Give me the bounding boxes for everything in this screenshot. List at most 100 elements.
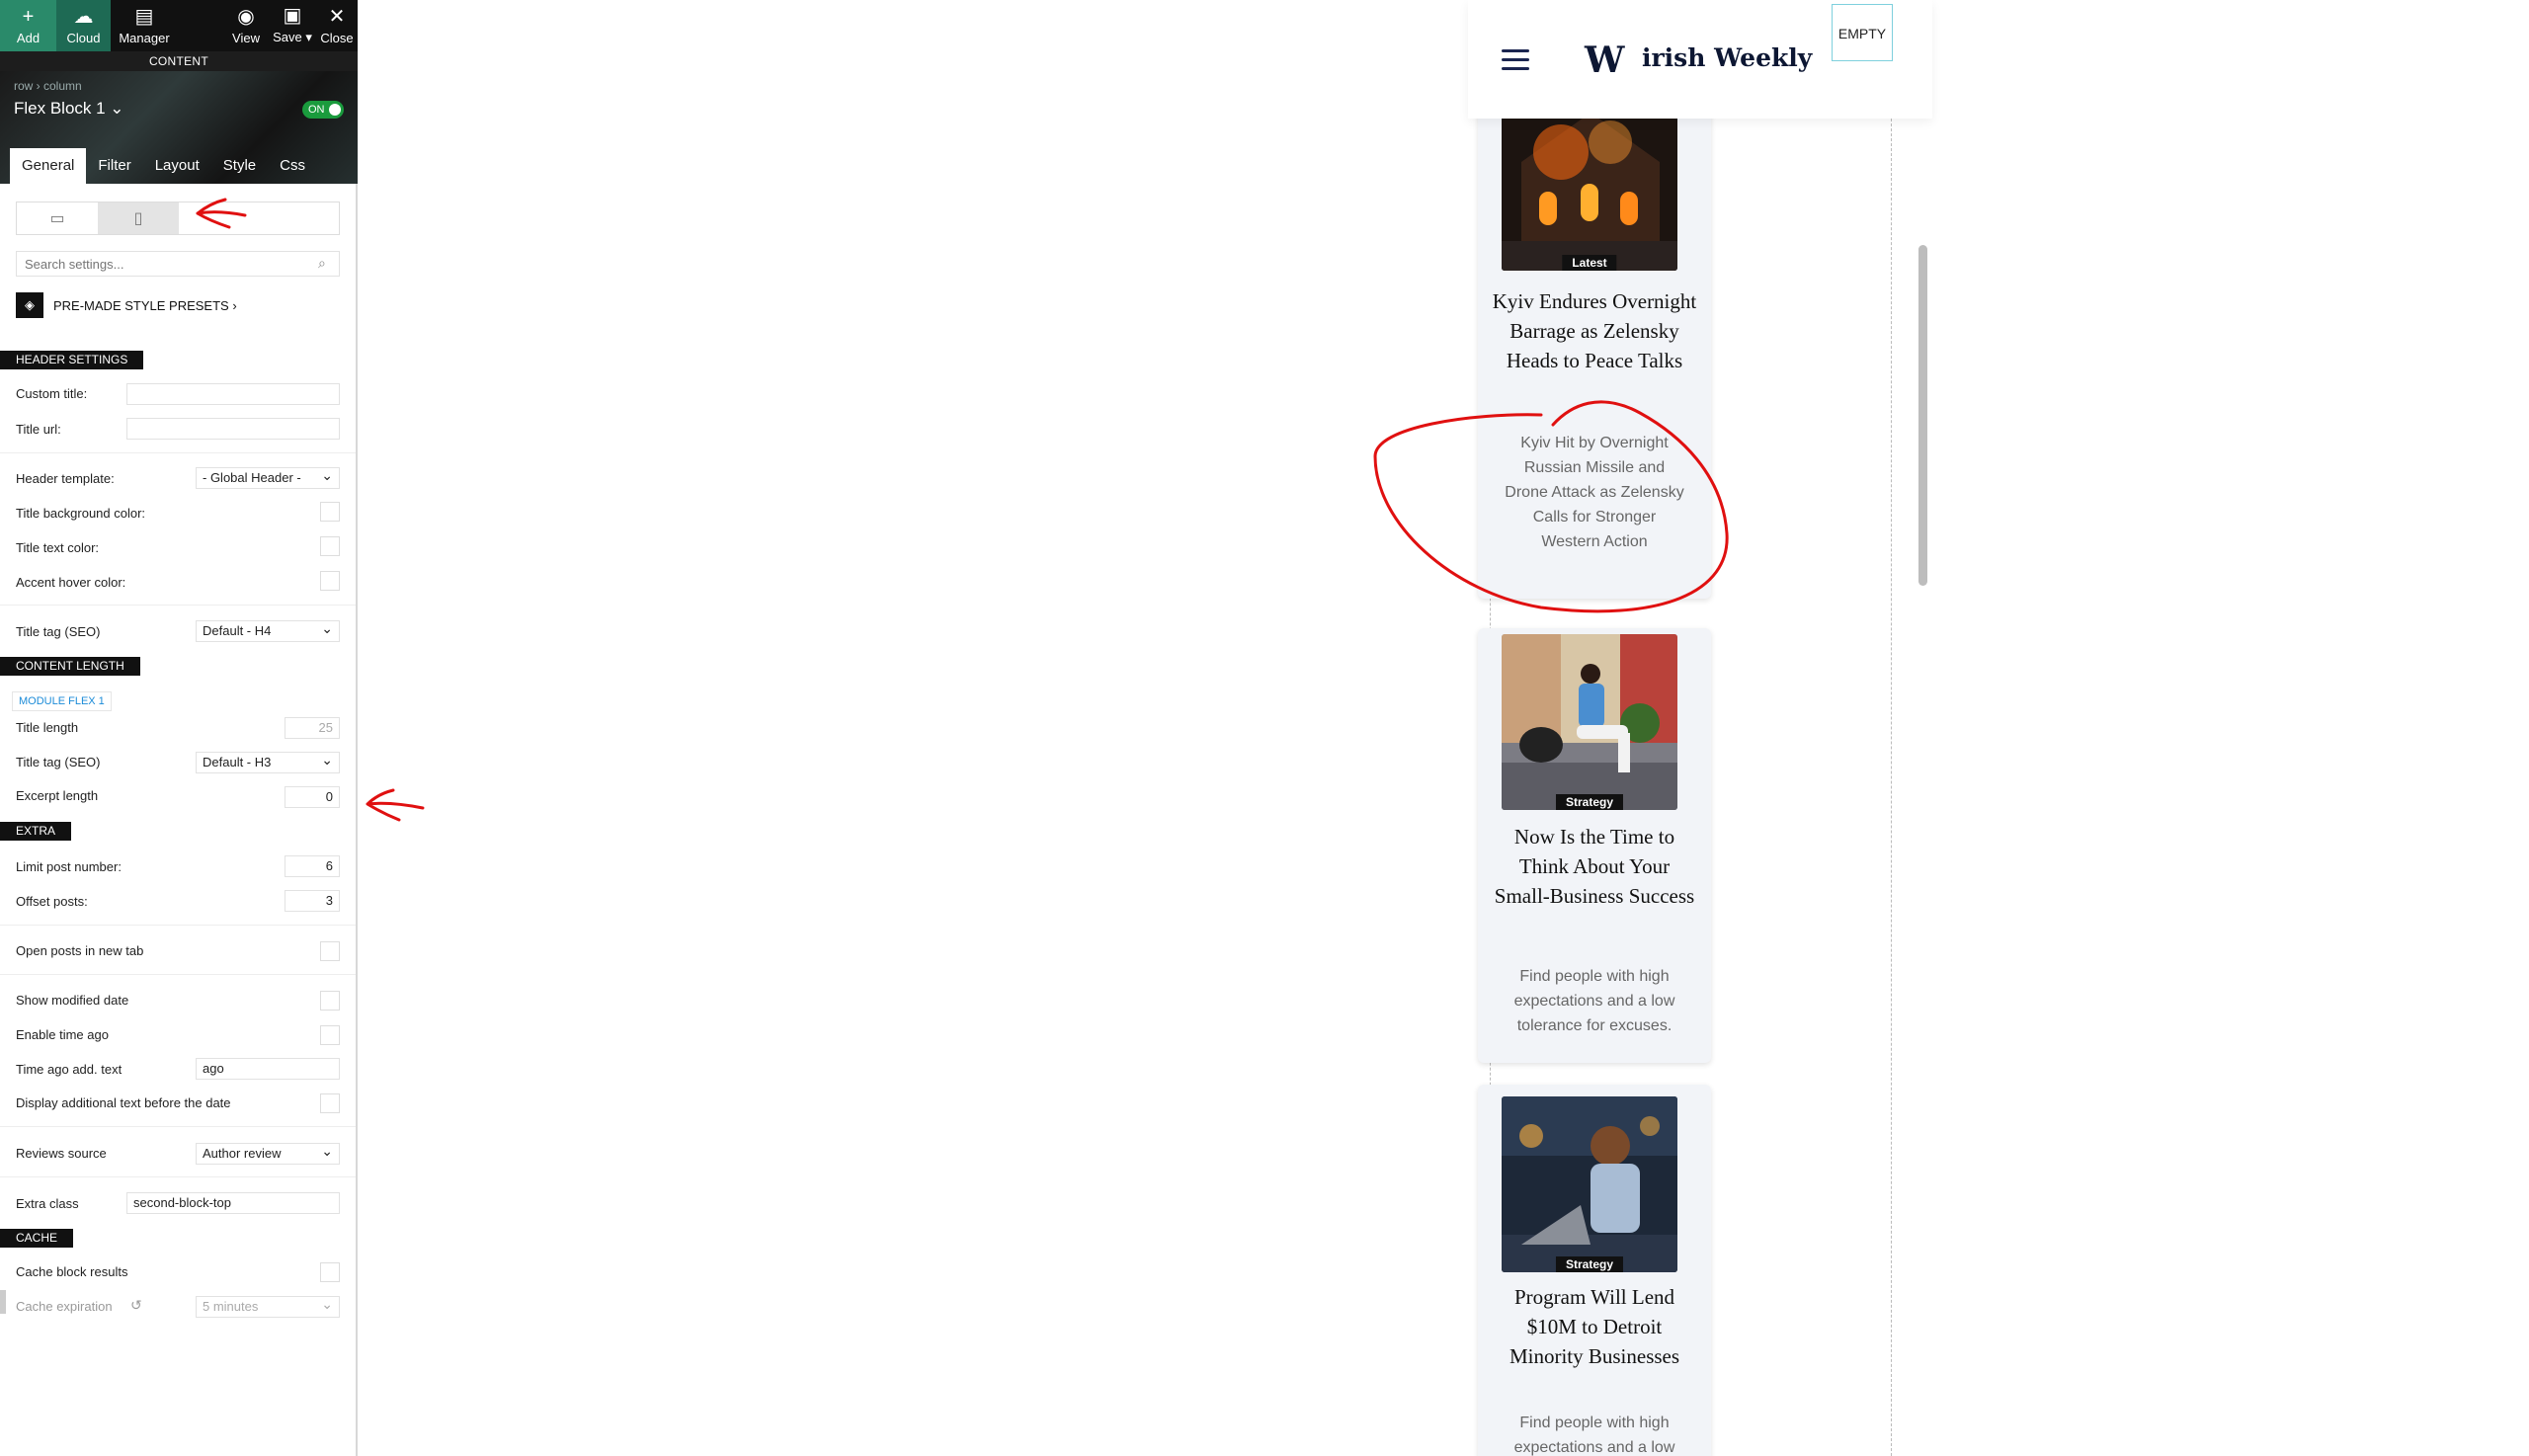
settings-tabs: General Filter Layout Style Css xyxy=(10,148,317,184)
post-image[interactable]: Strategy xyxy=(1502,634,1677,810)
site-header: W irish Weekly EMPTY xyxy=(1468,0,1932,119)
title-url-input[interactable] xyxy=(126,418,340,440)
block-enable-toggle[interactable]: ON xyxy=(302,101,344,119)
category-badge[interactable]: Strategy xyxy=(1555,794,1624,810)
tab-css[interactable]: Css xyxy=(268,148,317,184)
post-excerpt: Find people with high expectations and a… xyxy=(1513,1415,1675,1456)
reset-icon[interactable]: ↺ xyxy=(130,1297,142,1314)
offset-posts-label: Offset posts: xyxy=(16,894,88,909)
tab-filter[interactable]: Filter xyxy=(86,148,142,184)
view-button[interactable]: ◉ View xyxy=(223,0,269,51)
tab-style[interactable]: Style xyxy=(211,148,268,184)
content-title-tag-select[interactable]: Default - H3 xyxy=(196,750,340,773)
cache-results-label: Cache block results xyxy=(16,1264,128,1279)
divider xyxy=(0,974,356,975)
category-badge[interactable]: Latest xyxy=(1562,255,1617,271)
header-title-tag-select[interactable]: Default - H4 xyxy=(196,618,340,642)
header-template-label: Header template: xyxy=(16,471,115,486)
cloud-button[interactable]: ☁ Cloud xyxy=(56,0,111,51)
desktop-view-button[interactable]: ▭ xyxy=(17,202,98,234)
reviews-source-select[interactable]: Author review xyxy=(196,1141,340,1165)
post-card[interactable]: Latest Kyiv Endures Overnight Barrage as… xyxy=(1478,79,1711,599)
breadcrumb[interactable]: row › column xyxy=(14,79,82,93)
divider xyxy=(0,452,356,453)
divider xyxy=(0,605,356,606)
style-presets-link[interactable]: ◈ PRE-MADE STYLE PRESETS › xyxy=(16,292,237,318)
post-card[interactable]: Strategy Program Will Lend $10M to Detro… xyxy=(1478,1085,1711,1456)
show-modified-label: Show modified date xyxy=(16,993,129,1008)
add-button[interactable]: + Add xyxy=(0,0,56,51)
burning-building-image xyxy=(1502,93,1677,271)
scrollbar-thumb[interactable] xyxy=(1918,245,1927,586)
top-toolbar: + Add ☁ Cloud ▤ Manager ◉ View ▣ Save ▾ … xyxy=(0,0,358,51)
excerpt-length-input[interactable]: 0 xyxy=(285,786,340,808)
header-settings-heading: HEADER SETTINGS xyxy=(0,351,144,369)
settings-panel: + Add ☁ Cloud ▤ Manager ◉ View ▣ Save ▾ … xyxy=(0,0,358,1456)
close-button[interactable]: ✕ Close xyxy=(316,0,358,51)
limit-post-label: Limit post number: xyxy=(16,859,122,874)
empty-placeholder-button[interactable]: EMPTY xyxy=(1832,4,1893,61)
accent-hover-color-swatch[interactable] xyxy=(320,571,340,591)
display-additional-checkbox[interactable] xyxy=(320,1093,340,1113)
post-excerpt: Kyiv Hit by Overnight Russian Missile an… xyxy=(1505,435,1684,550)
enable-time-ago-label: Enable time ago xyxy=(16,1027,109,1042)
post-image[interactable]: Latest xyxy=(1502,93,1677,271)
cloud-icon: ☁ xyxy=(73,5,94,28)
custom-title-input[interactable] xyxy=(126,383,340,405)
content-band: CONTENT xyxy=(0,51,358,71)
offset-posts-input[interactable]: 3 xyxy=(285,890,340,912)
block-title-dropdown[interactable]: Flex Block 1 ⌄ xyxy=(14,99,124,119)
open-new-tab-checkbox[interactable] xyxy=(320,941,340,961)
show-modified-checkbox[interactable] xyxy=(320,991,340,1011)
extra-class-label: Extra class xyxy=(16,1196,79,1211)
extra-class-input[interactable]: second-block-top xyxy=(126,1192,340,1214)
post-card[interactable]: Strategy Now Is the Time to Think About … xyxy=(1478,628,1711,1063)
category-badge[interactable]: Strategy xyxy=(1555,1256,1624,1272)
title-text-color-swatch[interactable] xyxy=(320,536,340,556)
woman-on-steps-image xyxy=(1502,634,1677,810)
excerpt-length-label: Excerpt length xyxy=(16,788,99,803)
enable-time-ago-checkbox[interactable] xyxy=(320,1025,340,1045)
manager-icon: ▤ xyxy=(134,5,154,28)
hamburger-menu-icon[interactable] xyxy=(1502,49,1529,71)
time-ago-text-input[interactable]: ago xyxy=(196,1058,340,1080)
title-bg-color-swatch[interactable] xyxy=(320,502,340,522)
cache-expiration-select[interactable]: 5 minutes xyxy=(196,1294,340,1318)
title-length-input[interactable]: 25 xyxy=(285,717,340,739)
manager-button[interactable]: ▤ Manager xyxy=(111,0,178,51)
cache-heading: CACHE xyxy=(0,1229,74,1248)
tab-general[interactable]: General xyxy=(10,148,87,184)
header-template-select[interactable]: - Global Header - xyxy=(196,465,340,489)
custom-title-label: Custom title: xyxy=(16,386,88,401)
site-logo-text[interactable]: irish Weekly xyxy=(1642,43,1812,72)
scrollbar[interactable] xyxy=(1915,0,1932,1456)
logo-mark[interactable]: W xyxy=(1585,40,1624,81)
header-title-tag-label: Title tag (SEO) xyxy=(16,624,101,639)
cache-results-checkbox[interactable] xyxy=(320,1262,340,1282)
plus-icon: + xyxy=(22,5,35,28)
presets-icon: ◈ xyxy=(16,292,43,318)
mobile-preview: Latest Kyiv Endures Overnight Barrage as… xyxy=(1468,0,1932,1456)
post-title[interactable]: Program Will Lend $10M to Detroit Minori… xyxy=(1492,1282,1697,1371)
time-ago-text-label: Time ago add. text xyxy=(16,1062,122,1077)
device-switcher: ▭ ▯ xyxy=(16,202,340,235)
display-additional-label: Display additional text before the date xyxy=(16,1095,231,1110)
post-image[interactable]: Strategy xyxy=(1502,1096,1677,1272)
divider xyxy=(0,1126,356,1127)
close-icon: ✕ xyxy=(328,5,346,28)
divider xyxy=(0,1176,356,1177)
post-title[interactable]: Kyiv Endures Overnight Barrage as Zelens… xyxy=(1492,286,1697,375)
mobile-view-button[interactable]: ▯ xyxy=(98,202,179,234)
post-title[interactable]: Now Is the Time to Think About Your Smal… xyxy=(1492,822,1697,911)
limit-post-input[interactable]: 6 xyxy=(285,855,340,877)
save-button[interactable]: ▣ Save ▾ xyxy=(269,0,316,51)
title-length-label: Title length xyxy=(16,720,79,735)
reviews-source-label: Reviews source xyxy=(16,1146,107,1161)
module-flex-tab[interactable]: MODULE FLEX 1 xyxy=(12,691,112,711)
tab-layout[interactable]: Layout xyxy=(143,148,211,184)
content-title-tag-label: Title tag (SEO) xyxy=(16,755,101,769)
search-settings-input[interactable] xyxy=(16,251,340,277)
divider xyxy=(0,925,356,926)
title-bg-color-label: Title background color: xyxy=(16,506,146,521)
